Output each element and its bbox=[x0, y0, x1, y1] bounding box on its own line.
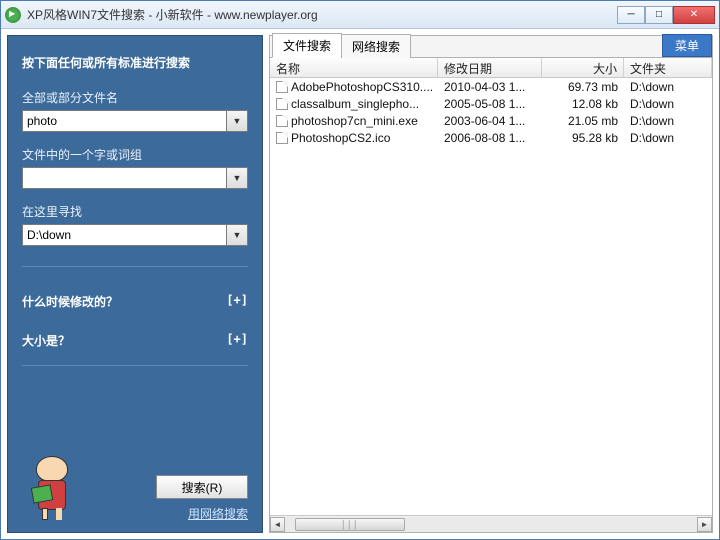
app-window: XP风格WIN7文件搜索 - 小新软件 - www.newplayer.org … bbox=[0, 0, 720, 540]
file-icon bbox=[276, 132, 288, 144]
content-label: 文件中的一个字或词组 bbox=[22, 146, 248, 163]
expand-icon: [+] bbox=[226, 332, 248, 349]
cell-name: photoshop7cn_mini.exe bbox=[291, 114, 418, 128]
cell-folder: D:\down bbox=[624, 97, 712, 111]
when-modified-expander[interactable]: 什么时候修改的？ [+] bbox=[22, 293, 248, 310]
table-row[interactable]: PhotoshopCS2.ico 2006-08-08 1...95.28 kbD… bbox=[270, 129, 712, 146]
cell-folder: D:\down bbox=[624, 131, 712, 145]
cell-size: 12.08 kb bbox=[542, 97, 624, 111]
file-icon bbox=[276, 98, 288, 110]
cell-size: 69.73 mb bbox=[542, 80, 624, 94]
size-expander[interactable]: 大小是？ [+] bbox=[22, 332, 248, 349]
mascot-image bbox=[22, 452, 82, 522]
close-button[interactable]: ✕ bbox=[673, 6, 715, 24]
cell-date: 2006-08-08 1... bbox=[438, 131, 542, 145]
header-folder[interactable]: 文件夹 bbox=[624, 58, 712, 77]
lookin-label: 在这里寻找 bbox=[22, 203, 248, 220]
cell-size: 21.05 mb bbox=[542, 114, 624, 128]
table-row[interactable]: AdobePhotoshopCS310.... 2010-04-03 1...69… bbox=[270, 78, 712, 95]
filename-dropdown-icon[interactable]: ▼ bbox=[226, 110, 248, 132]
network-search-link[interactable]: 用网络搜索 bbox=[188, 505, 248, 522]
size-label: 大小是？ bbox=[22, 332, 70, 349]
window-title: XP风格WIN7文件搜索 - 小新软件 - www.newplayer.org bbox=[27, 6, 617, 23]
lookin-dropdown-icon[interactable]: ▼ bbox=[226, 224, 248, 246]
app-icon bbox=[5, 7, 21, 23]
tab-network-search[interactable]: 网络搜索 bbox=[341, 34, 411, 58]
file-icon bbox=[276, 81, 288, 93]
cell-date: 2010-04-03 1... bbox=[438, 80, 542, 94]
header-name[interactable]: 名称 bbox=[270, 58, 438, 77]
menu-button[interactable]: 菜单 bbox=[662, 34, 712, 57]
header-size[interactable]: 大小 bbox=[542, 58, 624, 77]
when-modified-label: 什么时候修改的？ bbox=[22, 293, 118, 310]
scroll-thumb[interactable]: │││ bbox=[295, 518, 405, 531]
scroll-left-icon[interactable]: ◄ bbox=[270, 517, 285, 532]
horizontal-scrollbar[interactable]: ◄ │││ ► bbox=[270, 515, 712, 532]
search-button[interactable]: 搜索(R) bbox=[156, 475, 248, 499]
cell-name: AdobePhotoshopCS310.... bbox=[291, 80, 433, 94]
titlebar[interactable]: XP风格WIN7文件搜索 - 小新软件 - www.newplayer.org … bbox=[1, 1, 719, 29]
filename-label: 全部或部分文件名 bbox=[22, 89, 248, 106]
column-headers: 名称 修改日期 大小 文件夹 bbox=[270, 58, 712, 78]
sidebar-heading: 按下面任何或所有标准进行搜索 bbox=[22, 54, 248, 71]
cell-name: PhotoshopCS2.ico bbox=[291, 131, 390, 145]
cell-folder: D:\down bbox=[624, 114, 712, 128]
content-dropdown-icon[interactable]: ▼ bbox=[226, 167, 248, 189]
cell-size: 95.28 kb bbox=[542, 131, 624, 145]
search-sidebar: 按下面任何或所有标准进行搜索 全部或部分文件名 ▼ 文件中的一个字或词组 ▼ 在… bbox=[7, 35, 263, 533]
lookin-input[interactable] bbox=[22, 224, 226, 246]
table-row[interactable]: photoshop7cn_mini.exe 2003-06-04 1...21.0… bbox=[270, 112, 712, 129]
table-row[interactable]: classalbum_singlepho... 2005-05-08 1...12… bbox=[270, 95, 712, 112]
content-input[interactable] bbox=[22, 167, 226, 189]
header-date[interactable]: 修改日期 bbox=[438, 58, 542, 77]
cell-date: 2005-05-08 1... bbox=[438, 97, 542, 111]
maximize-button[interactable]: □ bbox=[645, 6, 673, 24]
tab-file-search[interactable]: 文件搜索 bbox=[272, 33, 342, 58]
results-pane: 文件搜索 网络搜索 菜单 名称 修改日期 大小 文件夹 AdobePhotosh… bbox=[269, 35, 713, 533]
results-list: AdobePhotoshopCS310.... 2010-04-03 1...69… bbox=[270, 78, 712, 515]
filename-input[interactable] bbox=[22, 110, 226, 132]
cell-name: classalbum_singlepho... bbox=[291, 97, 419, 111]
minimize-button[interactable]: ─ bbox=[617, 6, 645, 24]
cell-date: 2003-06-04 1... bbox=[438, 114, 542, 128]
tab-row: 文件搜索 网络搜索 菜单 bbox=[270, 36, 712, 58]
expand-icon: [+] bbox=[226, 293, 248, 310]
divider bbox=[22, 365, 248, 366]
client-area: 按下面任何或所有标准进行搜索 全部或部分文件名 ▼ 文件中的一个字或词组 ▼ 在… bbox=[1, 29, 719, 539]
divider bbox=[22, 266, 248, 267]
cell-folder: D:\down bbox=[624, 80, 712, 94]
file-icon bbox=[276, 115, 288, 127]
scroll-right-icon[interactable]: ► bbox=[697, 517, 712, 532]
